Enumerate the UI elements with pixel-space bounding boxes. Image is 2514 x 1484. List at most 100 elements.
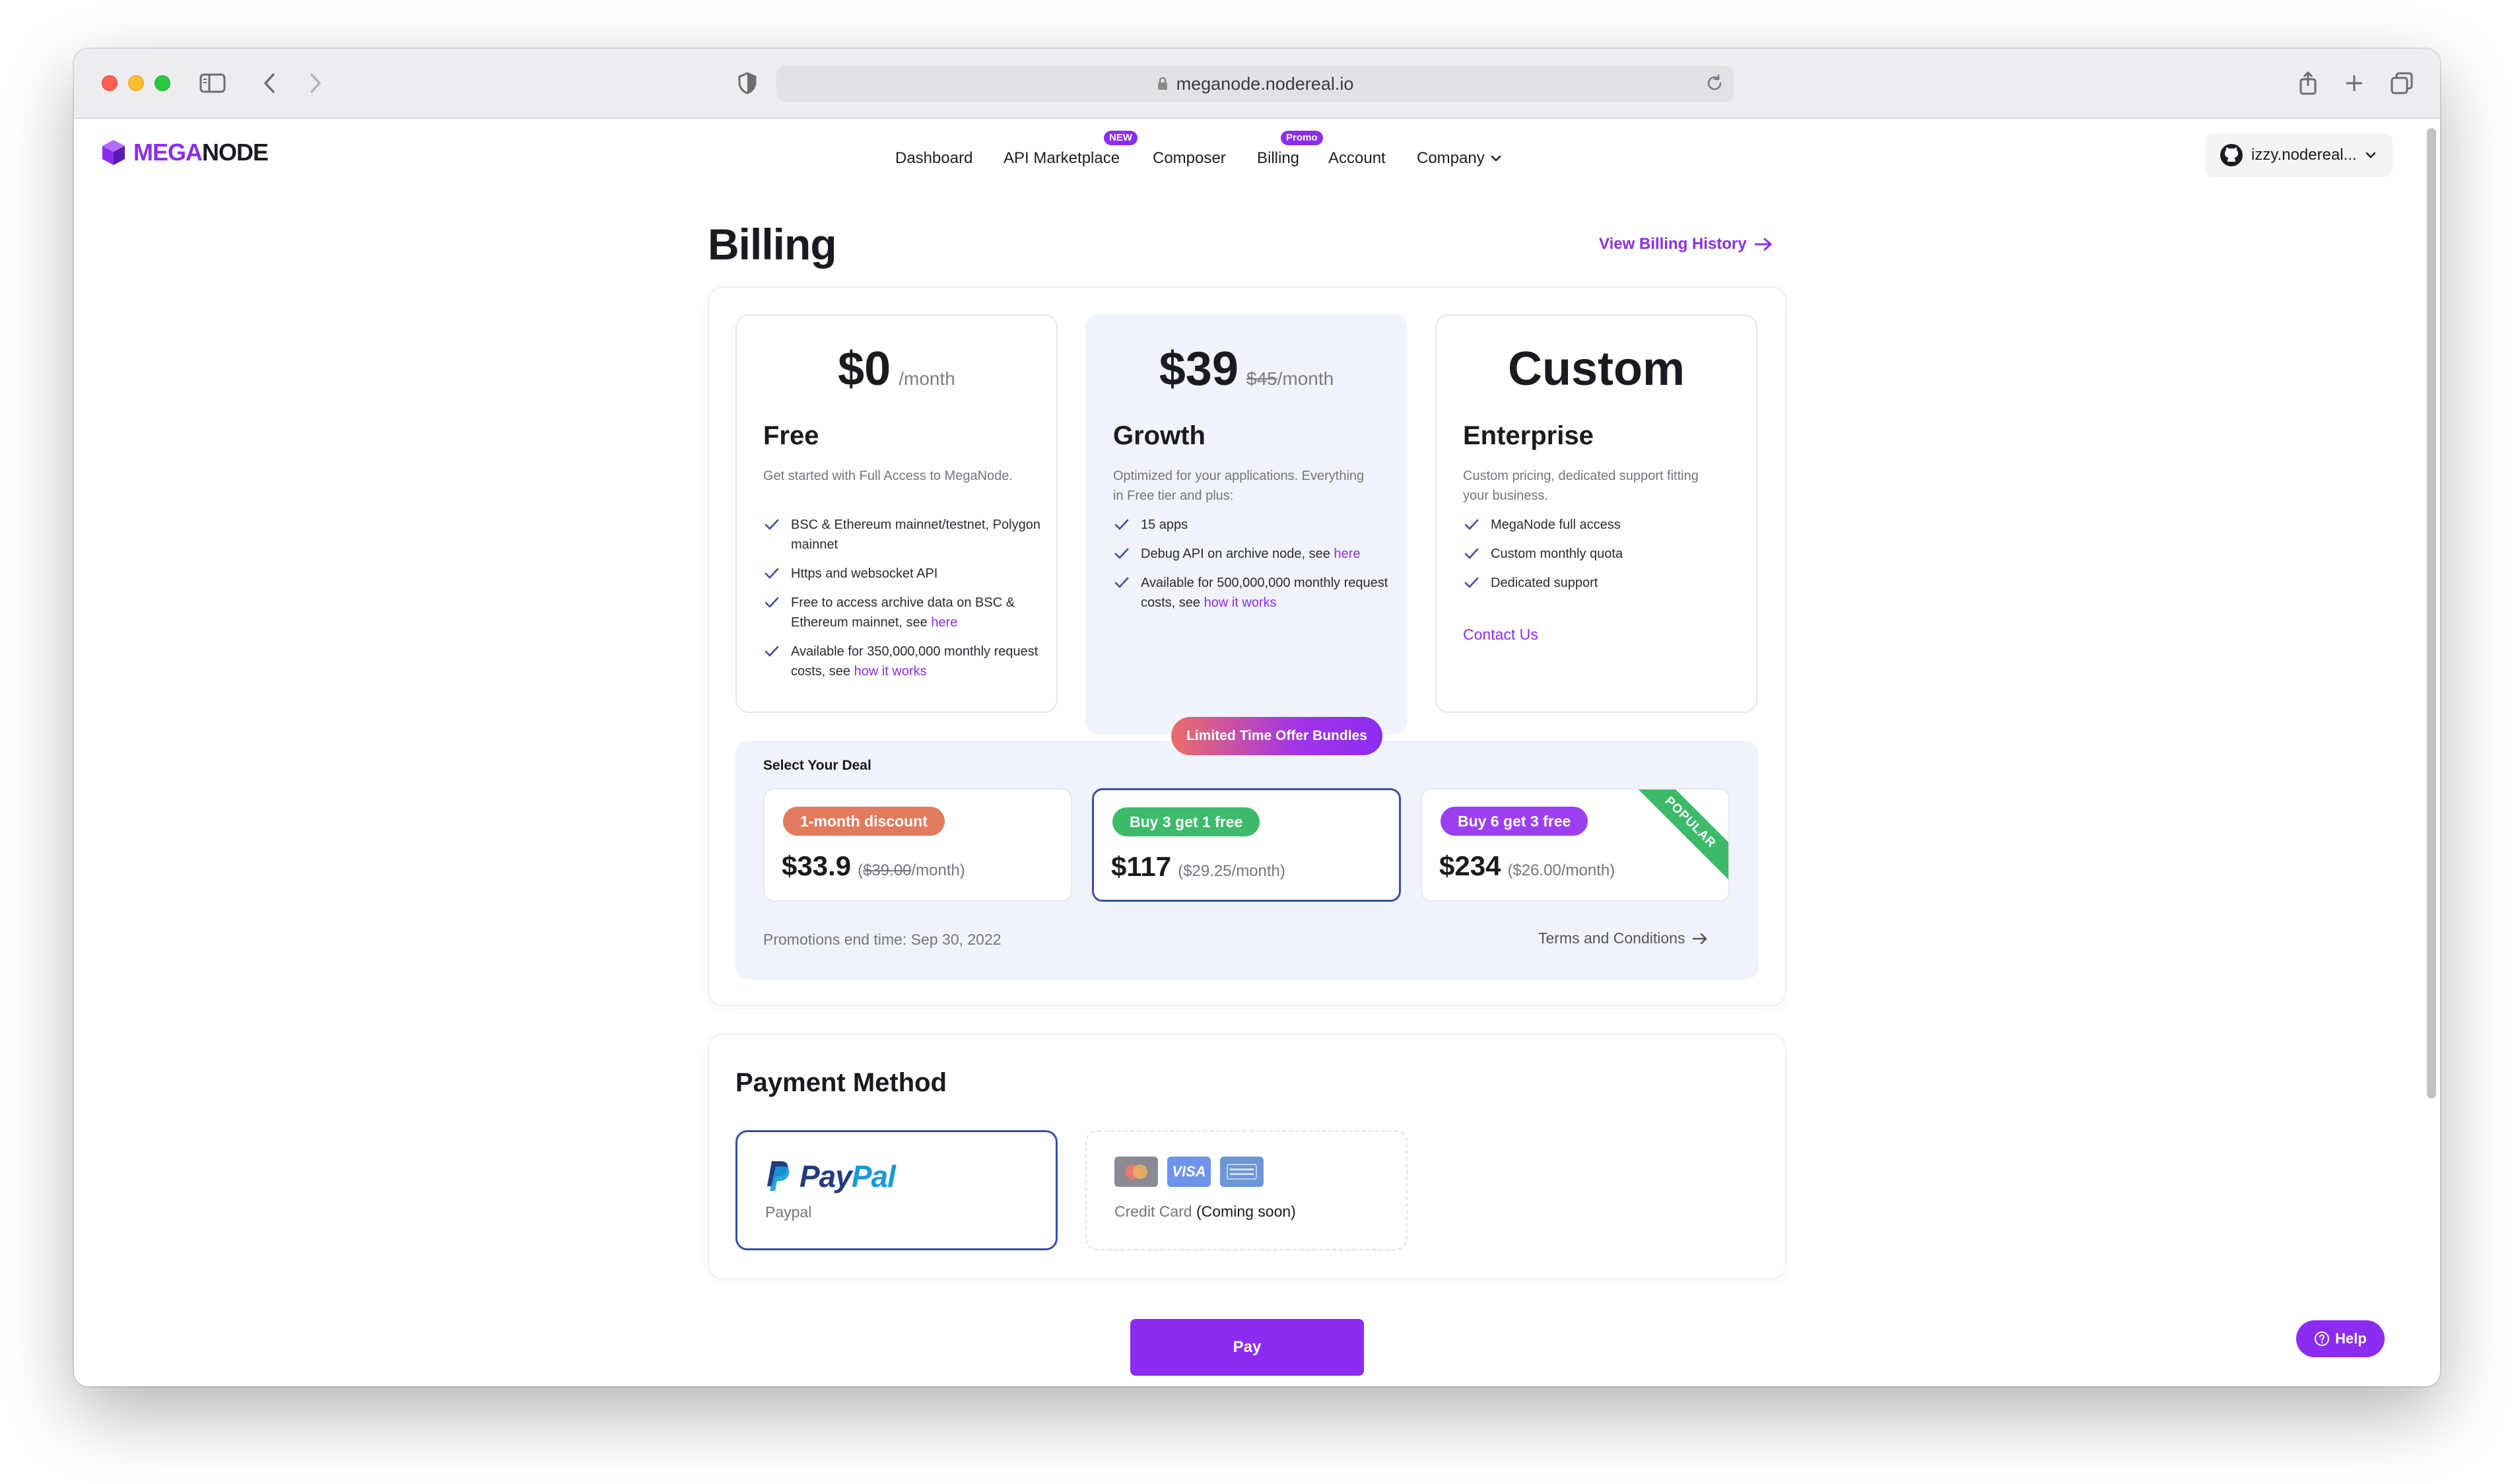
arrow-right-icon (1693, 933, 1707, 944)
new-tab-icon[interactable] (2340, 69, 2369, 98)
feature-item: Https and websocket API (763, 564, 1040, 584)
how-it-works-link[interactable]: how it works (1204, 595, 1277, 610)
logo-text-node: NODE (202, 139, 269, 166)
plan-card-growth[interactable]: $39 $45/month Growth Optimized for your … (1085, 314, 1408, 734)
popular-ribbon: POPULAR (1629, 790, 1728, 883)
plan-description: Optimized for your applications. Everyth… (1113, 469, 1365, 503)
check-icon (1464, 519, 1479, 530)
deal-option-buy-6[interactable]: Buy 6 get 3 free $234 ($26.00/month) POP… (1421, 788, 1730, 902)
history-link-label: View Billing History (1599, 235, 1747, 253)
tab-overview-icon[interactable] (2387, 69, 2416, 98)
help-button[interactable]: Help (2296, 1320, 2385, 1357)
deal-per-month: ($29.25/month) (1178, 862, 1285, 880)
coming-soon-text: (Coming soon) (1196, 1203, 1296, 1220)
shield-icon[interactable] (733, 69, 762, 98)
deal-option-1-month[interactable]: 1-month discount $33.9 ($39.00/month) (763, 788, 1072, 902)
plan-name: Free (763, 421, 819, 450)
share-icon[interactable] (2293, 69, 2323, 98)
deals-panel: Limited Time Offer Bundles Select Your D… (735, 717, 1759, 980)
view-billing-history-link[interactable]: View Billing History (1599, 235, 1773, 253)
check-icon (764, 646, 779, 657)
deal-amount: $117 (1111, 851, 1172, 882)
deal-option-buy-3[interactable]: Buy 3 get 1 free $117 ($29.25/month) (1092, 788, 1401, 902)
payment-method-section: Payment Method PayPal Paypal VISA Credit… (708, 1034, 1786, 1279)
here-link[interactable]: here (1334, 547, 1360, 561)
payment-method-title: Payment Method (735, 1068, 947, 1097)
paypal-word-pal: Pal (851, 1159, 896, 1194)
feature-item: Debug API on archive node, see here (1113, 544, 1390, 564)
chevron-down-icon (1491, 155, 1501, 162)
price-amount: $39 (1159, 343, 1239, 395)
visa-icon: VISA (1167, 1157, 1211, 1187)
cube-logo-icon (102, 140, 125, 165)
deal-amount: $234 (1439, 850, 1501, 881)
browser-toolbar: meganode.nodereal.io (74, 49, 2440, 119)
new-badge: NEW (1104, 131, 1138, 145)
scrollbar[interactable] (2427, 128, 2436, 1098)
plan-price: $0 /month (737, 342, 1056, 396)
paypal-word-pay: Pay (799, 1159, 852, 1194)
card-logos: VISA (1114, 1157, 1264, 1187)
promotion-end-text: Promotions end time: Sep 30, 2022 (763, 931, 1002, 948)
address-bar[interactable]: meganode.nodereal.io (776, 65, 1734, 102)
nav-company[interactable]: Company (1417, 149, 1502, 168)
check-icon (764, 597, 779, 608)
nav-composer[interactable]: Composer (1153, 149, 1226, 168)
feature-item: Free to access archive data on BSC & Eth… (763, 593, 1040, 632)
nav-dashboard[interactable]: Dashboard (895, 149, 972, 168)
feature-item: 15 apps (1113, 515, 1390, 535)
paypal-logo: PayPal (765, 1159, 896, 1194)
check-icon (1114, 577, 1129, 588)
reload-icon[interactable] (1705, 73, 1724, 98)
close-window-button[interactable] (102, 75, 118, 91)
deal-per-month: ($26.00/month) (1507, 861, 1615, 879)
app-viewport: MEGANODE Dashboard NEW API Marketplace Co… (74, 119, 2440, 1386)
price-amount: $0 (838, 343, 891, 395)
contact-us-link[interactable]: Contact Us (1463, 626, 1538, 644)
paypal-label: Paypal (765, 1203, 812, 1221)
question-circle-icon (2315, 1332, 2330, 1346)
feature-list: MegaNode full access Custom monthly quot… (1463, 515, 1740, 602)
username: izzy.nodereal... (2251, 146, 2357, 164)
price-suffix: /month (899, 368, 955, 389)
nav-api-marketplace[interactable]: NEW API Marketplace (1003, 131, 1138, 168)
plan-card-enterprise[interactable]: Custom Enterprise Custom pricing, dedica… (1435, 314, 1757, 713)
here-link[interactable]: here (931, 615, 957, 630)
terms-and-conditions-link[interactable]: Terms and Conditions (1538, 929, 1709, 947)
back-icon[interactable] (255, 69, 284, 98)
chevron-down-icon (2365, 152, 2375, 158)
meganode-logo[interactable]: MEGANODE (100, 139, 269, 166)
deal-price: $117 ($29.25/month) (1111, 851, 1285, 883)
sidebar-toggle-icon[interactable] (198, 69, 227, 98)
user-menu-button[interactable]: izzy.nodereal... (2205, 133, 2393, 177)
forward-icon[interactable] (301, 69, 330, 98)
lock-icon (1157, 77, 1169, 91)
feature-list: 15 apps Debug API on archive node, see h… (1113, 515, 1390, 622)
price-amount: Custom (1508, 343, 1685, 395)
plans-section: $0 /month Free Get started with Full Acc… (708, 287, 1786, 1006)
nav-billing[interactable]: Promo Billing (1257, 131, 1323, 168)
nav-label: Composer (1153, 149, 1226, 167)
nav-account[interactable]: Account (1328, 149, 1386, 168)
feature-list: BSC & Ethereum mainnet/testnet, Polygon … (763, 515, 1040, 691)
github-icon (2220, 144, 2243, 166)
plan-card-free[interactable]: $0 /month Free Get started with Full Acc… (735, 314, 1058, 713)
plan-price: Custom (1437, 342, 1756, 396)
nav-label: API Marketplace (1003, 149, 1120, 167)
how-it-works-link[interactable]: how it works (854, 664, 927, 679)
zoom-window-button[interactable] (154, 75, 170, 91)
feature-item: BSC & Ethereum mainnet/testnet, Polygon … (763, 515, 1040, 555)
deals-title: Select Your Deal (763, 758, 871, 773)
nav-label: Billing (1257, 149, 1300, 167)
pay-button[interactable]: Pay (1130, 1319, 1364, 1376)
minimize-window-button[interactable] (128, 75, 144, 91)
payment-option-paypal[interactable]: PayPal Paypal (735, 1130, 1058, 1250)
check-icon (1114, 548, 1129, 559)
terms-label: Terms and Conditions (1538, 929, 1685, 947)
plan-name: Enterprise (1463, 421, 1594, 450)
nav-label: Company (1417, 149, 1485, 167)
limited-offer-pill: Limited Time Offer Bundles (1171, 717, 1382, 755)
amex-icon (1220, 1157, 1264, 1187)
mastercard-icon (1114, 1157, 1158, 1187)
check-icon (764, 519, 779, 530)
